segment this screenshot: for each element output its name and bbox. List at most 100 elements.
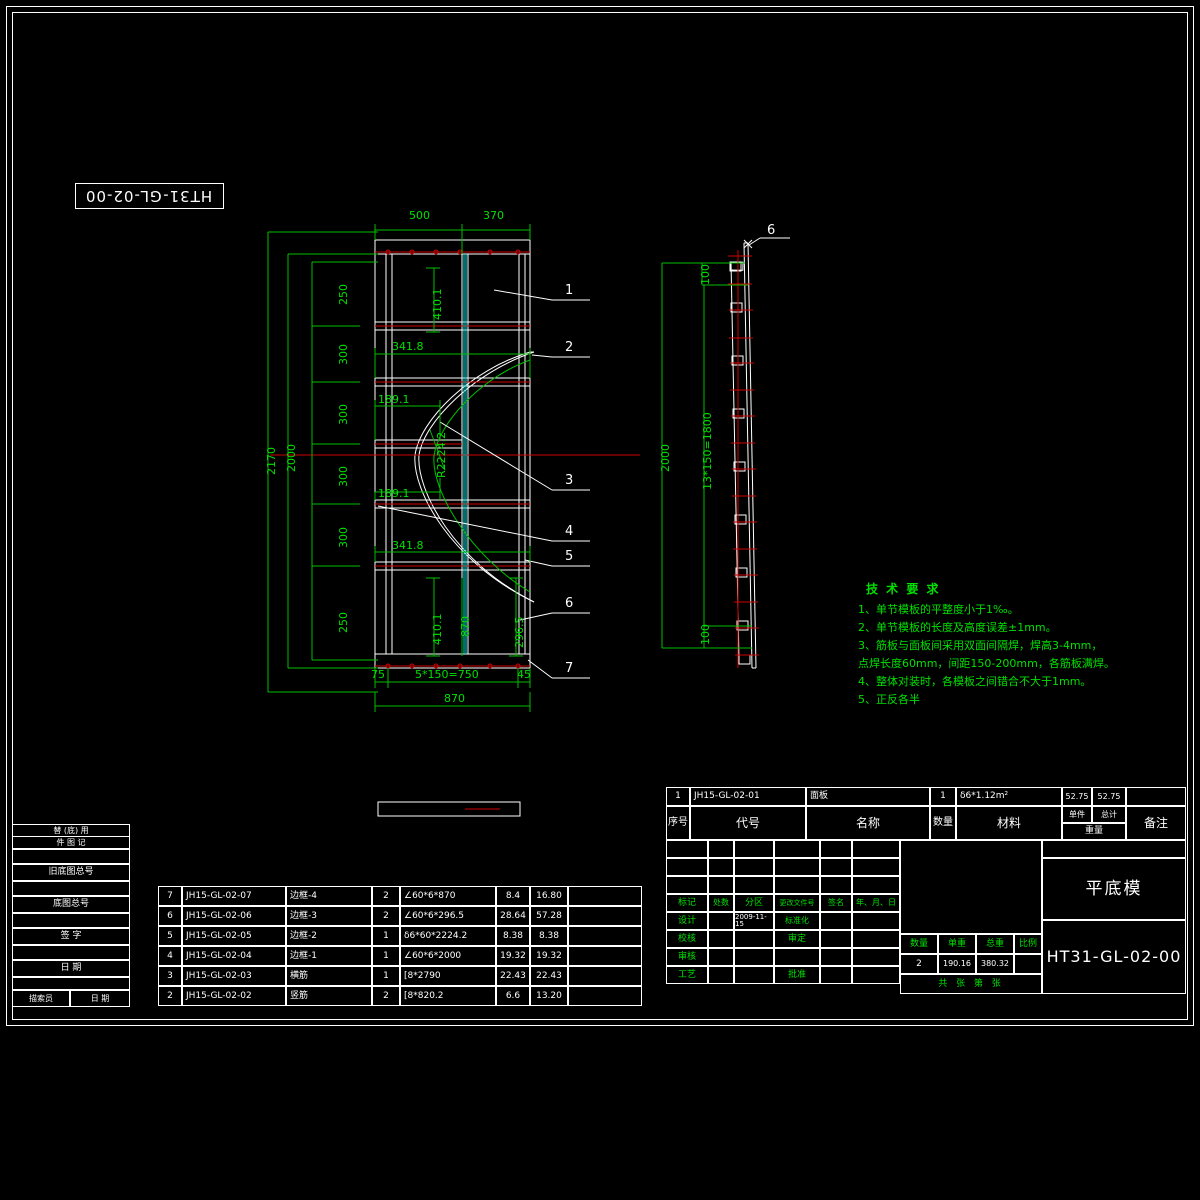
role-check-sign	[708, 930, 734, 948]
parts-row-3-unitw: 22.43	[496, 966, 530, 986]
parts-row-3-qty-text: 1	[383, 970, 389, 981]
parts-row-6-totalw-text: 57.28	[536, 910, 562, 921]
parts-row-6-qty: 2	[372, 906, 400, 926]
parts-row-5-code: JH15-GL-02-05	[182, 926, 286, 946]
parts-row-3-no: 3	[158, 966, 182, 986]
rev-blank-r1c4	[774, 840, 820, 858]
left-margin-text-base: 底图总号	[52, 899, 89, 909]
parts-row-4-no: 4	[158, 946, 182, 966]
rev-header-docno: 更改文件号	[774, 894, 820, 912]
parts-row-7-unitw-text: 8.4	[505, 890, 521, 901]
parts-row-5-remark	[568, 926, 642, 946]
title-blank-panel	[900, 840, 1042, 934]
parts-row-6-material: ∠60*6*296.5	[400, 906, 496, 926]
parts-row-2-totalw: 13.20	[530, 986, 568, 1006]
parts-row-7-qty-text: 2	[383, 890, 389, 901]
rev-blank-r2c6	[852, 858, 900, 876]
parts-row-2-material-text: [8*820.2	[404, 990, 444, 1001]
parts-row-2-code-text: JH15-GL-02-02	[186, 990, 252, 1001]
parts-row-3-name: 横筋	[286, 966, 372, 986]
title-row1-code: JH15-GL-02-01	[690, 787, 806, 806]
rev-header-zone: 分区	[734, 894, 774, 912]
parts-row-3-material-text: [8*2790	[404, 970, 441, 981]
parts-row-5-qty: 1	[372, 926, 400, 946]
parts-row-6-name: 边框-3	[286, 906, 372, 926]
rev-header-count-text: 处数	[713, 898, 729, 907]
parts-row-4-unitw-text: 19.32	[500, 950, 526, 961]
role-design-date-text: 2009-11-15	[735, 913, 767, 928]
left-margin-row-base: 底图总号	[12, 896, 130, 913]
summary-value-unit-text: 190.16	[943, 959, 971, 968]
rev-blank-r3c3	[734, 876, 774, 894]
summary-caption: 共 张 第 张	[900, 974, 1042, 994]
header-qty-text: 数量	[933, 817, 953, 828]
parts-row-3-unitw-text: 22.43	[500, 970, 526, 981]
part-name-panel	[1042, 840, 1186, 858]
left-margin-row-blank5	[12, 977, 130, 990]
role-review-mid	[774, 948, 820, 966]
left-margin-row-blank1	[12, 849, 130, 864]
role-review: 审核	[666, 948, 708, 966]
parts-row-4-totalw: 19.32	[530, 946, 568, 966]
parts-row-5-no-text: 5	[167, 930, 173, 941]
title-row1-unitw-text: 52.75	[1065, 791, 1089, 801]
rev-blank-r1c3	[734, 840, 774, 858]
rev-blank-r1c6	[852, 840, 900, 858]
header-qty: 数量	[930, 806, 956, 840]
parts-row-2-no-text: 2	[167, 990, 173, 1001]
title-row1-remark	[1126, 787, 1186, 806]
part-name-text: 平底模	[1085, 878, 1143, 899]
summary-header-qty: 数量	[900, 934, 938, 954]
parts-row-6-code-text: JH15-GL-02-06	[186, 910, 252, 921]
header-remark: 备注	[1126, 806, 1186, 840]
parts-row-2-remark	[568, 986, 642, 1006]
parts-row-2-qty-text: 2	[383, 990, 389, 1001]
parts-row-4-qty-text: 1	[383, 950, 389, 961]
parts-row-5-material-text: δ6*60*2224.2	[404, 930, 468, 941]
title-row1-no: 1	[666, 787, 690, 806]
parts-row-6-remark	[568, 906, 642, 926]
parts-row-3-name-text: 横筋	[290, 970, 309, 981]
rev-blank-r1c2	[708, 840, 734, 858]
title-row1-name: 面板	[806, 787, 930, 806]
parts-row-7-name: 边框-4	[286, 886, 372, 906]
parts-row-6-qty-text: 2	[383, 910, 389, 921]
header-unit-weight-text: 单件	[1069, 809, 1085, 819]
parts-row-7-no: 7	[158, 886, 182, 906]
role-review-sign	[708, 948, 734, 966]
tech-note-4: 4、整体对装时，各模板之间错合不大于1mm。	[858, 675, 1092, 688]
parts-row-5-no: 5	[158, 926, 182, 946]
parts-row-5-material: δ6*60*2224.2	[400, 926, 496, 946]
role-review-mid-sign	[820, 948, 852, 966]
parts-row-2-totalw-text: 13.20	[536, 990, 562, 1001]
left-margin-row-sign: 签 字	[12, 928, 130, 945]
parts-row-4-qty: 1	[372, 946, 400, 966]
parts-row-7-qty: 2	[372, 886, 400, 906]
tech-note-3-cont: 点焊长度60mm，间距150-200mm，各筋板满焊。	[858, 657, 1115, 670]
parts-row-4-name-text: 边框-1	[290, 950, 317, 961]
summary-value-total: 380.32	[976, 954, 1014, 974]
rev-blank-r3c5	[820, 876, 852, 894]
role-check-text: 校核	[677, 933, 696, 944]
parts-row-2-code: JH15-GL-02-02	[182, 986, 286, 1006]
parts-row-6-no-text: 6	[167, 910, 173, 921]
rev-blank-r3c2	[708, 876, 734, 894]
parts-row-4-remark	[568, 946, 642, 966]
role-approve-spec: 审定	[774, 930, 820, 948]
parts-row-2-material: [8*820.2	[400, 986, 496, 1006]
summary-value-scale	[1014, 954, 1042, 974]
left-margin-text-0b: 件 图 记	[56, 837, 86, 847]
left-margin-row-blank4	[12, 945, 130, 960]
left-margin-row-blank3	[12, 913, 130, 928]
role-approve-spec-text: 审定	[787, 933, 806, 944]
summary-header-scale-text: 比例	[1018, 938, 1037, 949]
parts-row-7-remark	[568, 886, 642, 906]
role-process-sign	[708, 966, 734, 984]
parts-row-6-code: JH15-GL-02-06	[182, 906, 286, 926]
role-design-date: 2009-11-15	[734, 912, 774, 930]
rev-blank-r2c1	[666, 858, 708, 876]
left-margin-row-0b: 件 图 记	[12, 836, 130, 849]
left-margin-row-date: 日 期	[12, 960, 130, 977]
parts-row-6-totalw: 57.28	[530, 906, 568, 926]
left-margin-row-old-base: 旧底图总号	[12, 864, 130, 881]
